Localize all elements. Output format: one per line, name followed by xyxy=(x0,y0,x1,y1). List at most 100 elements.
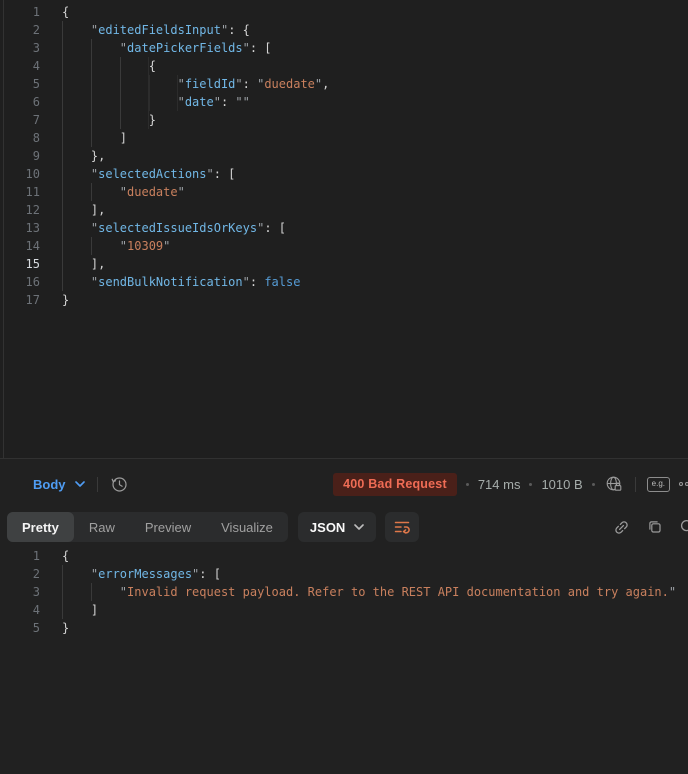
code-line[interactable]: 14 "10309" xyxy=(0,237,688,255)
code-token: : xyxy=(249,275,265,289)
response-meta-bar: Body 400 Bad Request 714 ms 1010 B e.g. xyxy=(0,460,688,508)
response-time: 714 ms xyxy=(477,476,521,492)
indent-guides xyxy=(62,583,120,601)
line-number: 16 xyxy=(25,275,40,289)
code-token: " xyxy=(668,585,677,599)
line-number: 15 xyxy=(25,257,40,271)
line-number: 3 xyxy=(32,585,40,599)
code-token: : [ xyxy=(213,167,236,181)
copy-icon xyxy=(649,521,661,533)
code-token: ], xyxy=(90,203,106,217)
code-line[interactable]: 13 "selectedIssueIdsOrKeys": [ xyxy=(0,219,688,237)
tab-raw[interactable]: Raw xyxy=(74,512,130,542)
indent-guides xyxy=(62,75,178,93)
code-line[interactable]: 1{ xyxy=(0,547,688,565)
line-number: 5 xyxy=(32,621,40,635)
chevron-down-icon xyxy=(74,481,85,487)
save-as-example-button[interactable]: e.g. xyxy=(646,476,670,492)
response-history-button[interactable] xyxy=(110,475,129,494)
code-token: datePickerFields xyxy=(127,41,243,55)
code-token: " xyxy=(235,77,243,91)
code-token: , xyxy=(322,77,330,91)
code-line[interactable]: 12], xyxy=(0,201,688,219)
code-token: " xyxy=(119,239,128,253)
indent-guides xyxy=(62,201,91,219)
network-info-button[interactable] xyxy=(604,474,624,494)
code-token: " xyxy=(206,167,214,181)
code-token: { xyxy=(62,549,70,563)
code-line[interactable]: 3 "datePickerFields": [ xyxy=(0,39,688,57)
code-token: fieldId xyxy=(184,77,236,91)
code-token: 10309 xyxy=(127,239,164,253)
code-token: sendBulkNotification xyxy=(98,275,243,289)
tab-visualize[interactable]: Visualize xyxy=(206,512,288,542)
more-options-button[interactable] xyxy=(679,482,688,486)
indent-guides xyxy=(62,21,91,39)
search-response-button[interactable] xyxy=(679,518,688,536)
line-number: 6 xyxy=(32,95,40,109)
code-token: Invalid request payload. Refer to the RE… xyxy=(127,585,669,599)
line-number: 8 xyxy=(32,131,40,145)
beautify-button[interactable] xyxy=(385,512,420,542)
body-selector-label: Body xyxy=(33,476,66,492)
tab-preview[interactable]: Preview xyxy=(130,512,206,542)
code-line[interactable]: 2 "errorMessages": [ xyxy=(0,565,688,583)
code-token: ], xyxy=(90,257,106,271)
copy-link-button[interactable] xyxy=(612,518,631,537)
code-line[interactable]: 9}, xyxy=(0,147,688,165)
code-token: errorMessages xyxy=(98,567,193,581)
response-view-tabs: Pretty Raw Preview Visualize xyxy=(7,512,288,542)
code-line[interactable]: 10 "selectedActions": [ xyxy=(0,165,688,183)
line-number: 5 xyxy=(32,77,40,91)
code-line[interactable]: 2 "editedFieldsInput": { xyxy=(0,21,688,39)
code-line[interactable]: 16 "sendBulkNotification": false xyxy=(0,273,688,291)
code-line[interactable]: 15], xyxy=(0,255,688,273)
request-body-editor[interactable]: 1{2 "editedFieldsInput": {3 "datePickerFie… xyxy=(0,0,688,459)
code-token: { xyxy=(62,5,70,19)
code-token: " xyxy=(163,239,171,253)
code-line[interactable]: 8] xyxy=(0,129,688,147)
indent-guides xyxy=(62,565,91,583)
code-line[interactable]: 5 "fieldId": "duedate", xyxy=(0,75,688,93)
code-token: } xyxy=(62,293,70,307)
code-token: ] xyxy=(119,131,128,145)
code-text: { xyxy=(40,3,69,21)
code-line[interactable]: 5} xyxy=(0,619,688,637)
code-line[interactable]: 7} xyxy=(0,111,688,129)
code-line[interactable]: 17} xyxy=(0,291,688,309)
copy-response-button[interactable] xyxy=(646,518,664,536)
code-text: { xyxy=(40,547,69,565)
line-number: 2 xyxy=(32,567,40,581)
code-token: : [ xyxy=(249,41,272,55)
code-text: } xyxy=(40,291,69,309)
indent-guides xyxy=(62,93,178,111)
code-text: "duedate" xyxy=(40,183,185,201)
code-line[interactable]: 1{ xyxy=(0,3,688,21)
code-line[interactable]: 11 "duedate" xyxy=(0,183,688,201)
code-text: "editedFieldsInput": { xyxy=(40,21,250,39)
code-text: }, xyxy=(40,147,105,165)
code-line[interactable]: 6 "date": "" xyxy=(0,93,688,111)
code-text: "date": "" xyxy=(40,93,250,111)
line-number: 12 xyxy=(25,203,40,217)
line-number: 2 xyxy=(32,23,40,37)
format-dropdown[interactable]: JSON xyxy=(297,512,377,542)
line-number: 17 xyxy=(25,293,40,307)
code-token: : [ xyxy=(199,567,221,581)
code-text: ] xyxy=(40,601,98,619)
code-token: " xyxy=(242,95,250,109)
code-token: " xyxy=(119,41,128,55)
code-line[interactable]: 4{ xyxy=(0,57,688,75)
code-line[interactable]: 3 "Invalid request payload. Refer to the … xyxy=(0,583,688,601)
code-text: "Invalid request payload. Refer to the R… xyxy=(40,583,676,601)
code-token: " xyxy=(213,95,221,109)
response-body-selector[interactable]: Body xyxy=(33,477,85,492)
globe-lock-icon xyxy=(606,476,622,491)
indent-guides xyxy=(62,39,120,57)
code-line[interactable]: 4] xyxy=(0,601,688,619)
response-body-editor[interactable]: 1{2 "errorMessages": [3 "Invalid request p… xyxy=(0,546,688,774)
indent-guides xyxy=(62,129,120,147)
format-dropdown-label: JSON xyxy=(309,519,346,535)
tab-pretty[interactable]: Pretty xyxy=(7,512,74,542)
code-text: } xyxy=(40,619,69,637)
